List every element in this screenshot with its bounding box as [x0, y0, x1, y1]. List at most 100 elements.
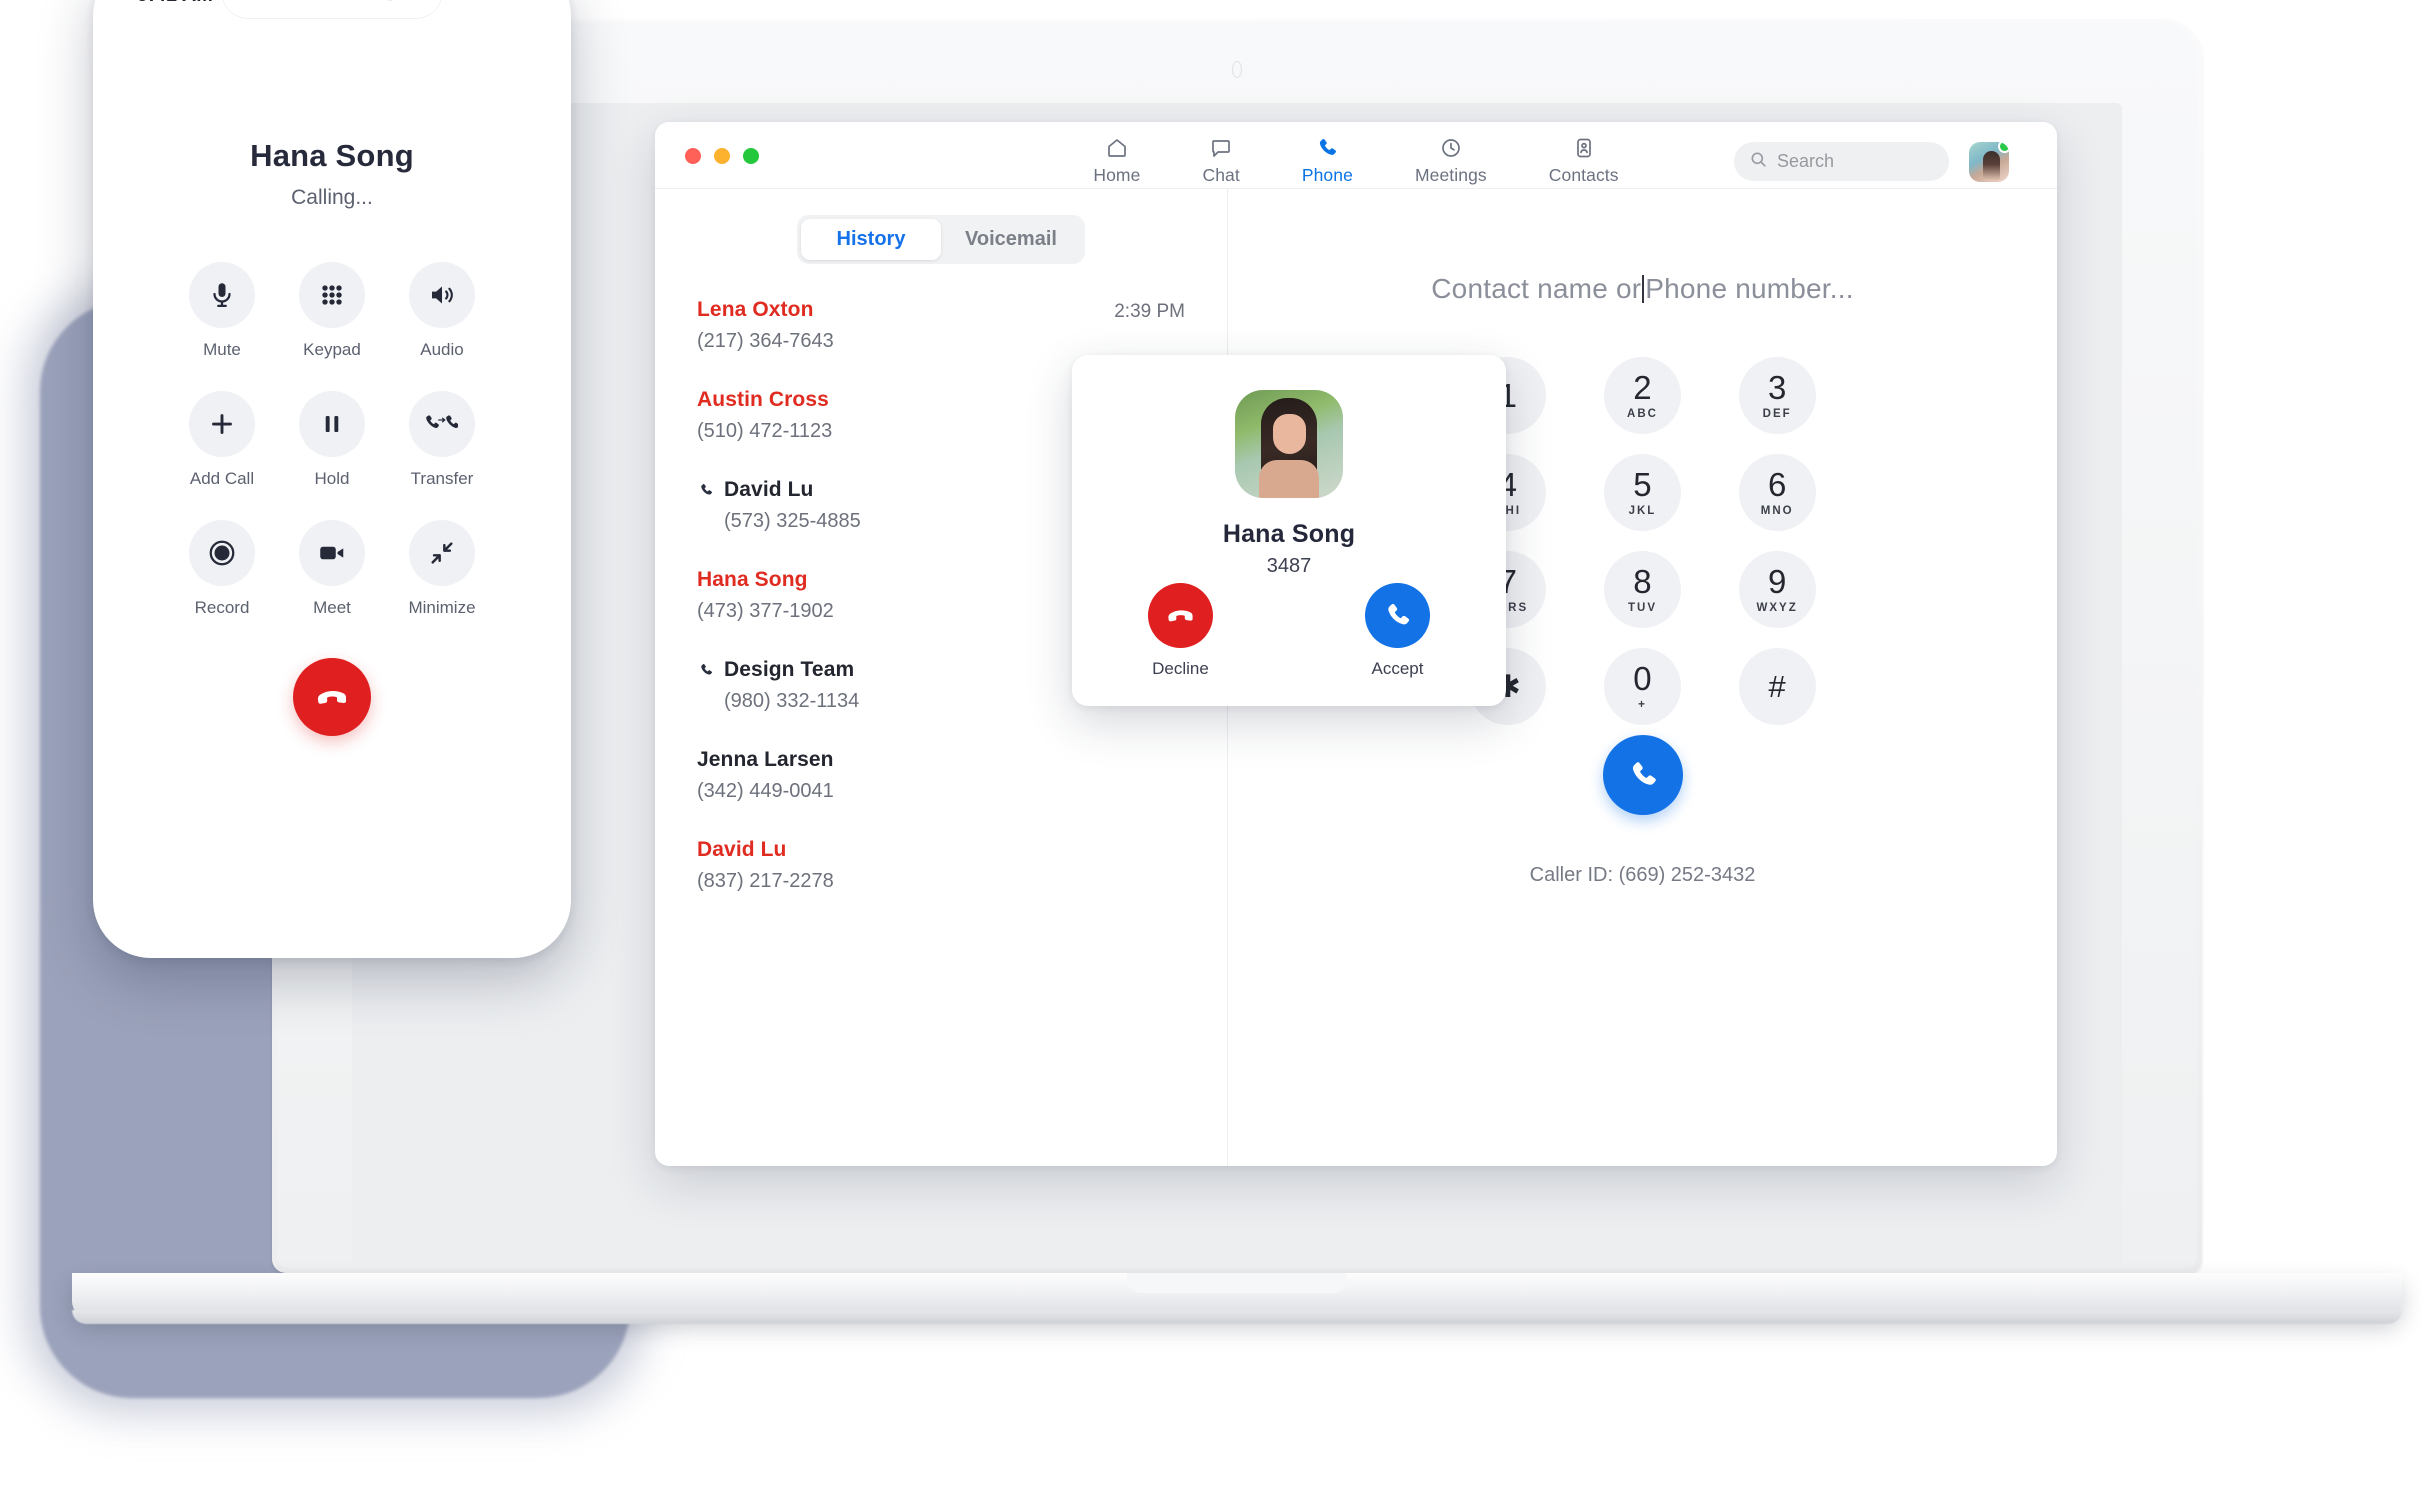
- dialpad-input[interactable]: Contact name or Phone number...: [1228, 273, 2057, 305]
- call-history-row[interactable]: Jenna Larsen (342) 449-0041: [697, 748, 1185, 803]
- phone-contact-name: Hana Song: [250, 138, 414, 173]
- place-call-button[interactable]: [1602, 735, 1683, 815]
- dialpad-key-letters: DEF: [1762, 408, 1792, 420]
- speaker-icon: [409, 262, 475, 328]
- decline-call-button[interactable]: Decline: [1148, 583, 1213, 679]
- call-control-add-call[interactable]: Add Call: [167, 391, 277, 489]
- decline-call-icon: [1168, 610, 1193, 622]
- call-phone-number: (217) 364-7643: [697, 330, 834, 352]
- screenshot-stage: Home Chat Phone Meetings Contacts Search…: [0, 0, 2432, 1510]
- search-area: Search: [1734, 142, 1949, 181]
- call-contact-name: Design Team: [724, 658, 855, 681]
- call-phone-number: (837) 217-2278: [697, 870, 834, 892]
- search-placeholder: Search: [1777, 151, 1835, 171]
- dialpad-key-3[interactable]: 3 DEF: [1738, 357, 1816, 434]
- call-control-label: Mute: [203, 340, 241, 359]
- dialpad-key-6[interactable]: 6 MNO: [1738, 454, 1816, 531]
- plus-icon: [189, 391, 255, 457]
- dialpad-key-5[interactable]: 5 JKL: [1603, 454, 1681, 531]
- chat-icon: [1208, 136, 1234, 160]
- record-icon: [189, 520, 255, 586]
- call-history-row[interactable]: David Lu (837) 217-2278: [697, 838, 1185, 893]
- tab-voicemail[interactable]: Voicemail: [941, 219, 1081, 260]
- nav-label-chat: Chat: [1202, 165, 1240, 185]
- nav-label-meetings: Meetings: [1414, 165, 1487, 185]
- dialpad-key-letters: MNO: [1760, 505, 1794, 517]
- call-control-audio[interactable]: Audio: [387, 262, 497, 360]
- call-contact-name: David Lu: [697, 838, 787, 861]
- call-control-label: Hold: [314, 469, 350, 488]
- search-icon: [1749, 150, 1768, 174]
- cellular-signal-icon: [445, 0, 465, 5]
- call-control-label: Record: [194, 598, 250, 617]
- microphone-icon: [189, 262, 255, 328]
- end-call-button[interactable]: [293, 658, 371, 736]
- wifi-icon: [473, 0, 492, 5]
- nav-item-home[interactable]: Home: [1093, 136, 1140, 186]
- minimize-arrows-icon: [409, 520, 475, 586]
- dialpad-key-digit: 9: [1767, 563, 1787, 600]
- call-control-transfer[interactable]: Transfer: [387, 391, 497, 489]
- dialpad-key-digit: 6: [1767, 466, 1787, 503]
- clock-icon: [1438, 136, 1464, 160]
- call-control-record[interactable]: Record: [167, 520, 277, 618]
- call-history-row[interactable]: Lena Oxton (217) 364-7643 2:39 PM: [697, 298, 1185, 353]
- nav-label-home: Home: [1093, 165, 1141, 185]
- status-bar-icons: [445, 0, 527, 5]
- call-contact-name: David Lu: [724, 478, 814, 501]
- dialpad-key-letters: JKL: [1628, 505, 1657, 517]
- accept-call-button[interactable]: Accept: [1365, 583, 1430, 679]
- tab-history[interactable]: History: [801, 219, 941, 260]
- status-bar-time: 9:41 AM: [137, 0, 213, 7]
- phone-status-bar: 9:41 AM: [107, 0, 557, 18]
- outgoing-call-icon: [697, 482, 714, 498]
- dialpad-key-letters: TUV: [1627, 602, 1657, 614]
- contact-card-icon: [1571, 136, 1597, 160]
- call-control-meet[interactable]: Meet: [277, 520, 387, 618]
- call-contact-name: Austin Cross: [697, 388, 829, 411]
- transfer-icon: [409, 391, 475, 457]
- accept-call-icon: [1388, 603, 1410, 625]
- phone-call-state: Calling...: [291, 186, 373, 209]
- home-icon: [1104, 136, 1130, 160]
- dialpad-key-hash[interactable]: #: [1738, 648, 1816, 725]
- nav-label-phone: Phone: [1301, 165, 1353, 185]
- dialpad-key-digit: 3: [1767, 369, 1787, 406]
- keypad-dots-icon: [299, 262, 365, 328]
- outgoing-call-icon: [697, 662, 714, 678]
- call-control-hold[interactable]: Hold: [277, 391, 387, 489]
- status-badge-online: [1998, 142, 2009, 153]
- dialpad-key-digit: 5: [1633, 466, 1652, 503]
- video-camera-icon: [299, 520, 365, 586]
- incoming-call-card: Hana Song 3487 Decline Accept: [1072, 355, 1506, 706]
- dialpad-key-9[interactable]: 9 WXYZ: [1738, 551, 1816, 628]
- incoming-call-actions: Decline Accept: [1072, 583, 1506, 679]
- nav-item-chat[interactable]: Chat: [1202, 136, 1240, 186]
- call-control-label: Keypad: [303, 340, 361, 359]
- call-control-label: Audio: [420, 340, 464, 359]
- dialpad-placeholder-after: Phone number...: [1645, 273, 1854, 304]
- nav-item-phone[interactable]: Phone: [1302, 136, 1353, 186]
- text-cursor: [1642, 275, 1645, 303]
- call-control-mute[interactable]: Mute: [167, 262, 277, 360]
- user-avatar[interactable]: [1969, 142, 2009, 182]
- dialpad-key-2[interactable]: 2 ABC: [1603, 357, 1681, 434]
- phone-handset-icon: [1632, 762, 1656, 785]
- decline-call-label: Decline: [1152, 659, 1209, 678]
- call-contact-name: Lena Oxton: [697, 298, 814, 321]
- search-input[interactable]: Search: [1734, 142, 1949, 181]
- dialpad-key-digit: 8: [1633, 563, 1652, 600]
- caller-id-label: Caller ID: (669) 252-3432: [1529, 864, 1756, 886]
- call-control-label: Minimize: [408, 598, 476, 617]
- window-titlebar: Home Chat Phone Meetings Contacts Search: [655, 122, 2057, 188]
- nav-item-contacts[interactable]: Contacts: [1549, 136, 1619, 186]
- call-timestamp: 2:39 PM: [1114, 301, 1185, 322]
- nav-item-meetings[interactable]: Meetings: [1415, 136, 1487, 186]
- call-control-keypad[interactable]: Keypad: [277, 262, 387, 360]
- dialpad-key-letters: WXYZ: [1756, 602, 1798, 614]
- dialpad-key-digit: 2: [1633, 369, 1652, 406]
- pause-icon: [299, 391, 365, 457]
- call-control-minimize[interactable]: Minimize: [387, 520, 497, 618]
- dialpad-key-8[interactable]: 8 TUV: [1603, 551, 1681, 628]
- dialpad-key-0[interactable]: 0 +: [1603, 648, 1681, 725]
